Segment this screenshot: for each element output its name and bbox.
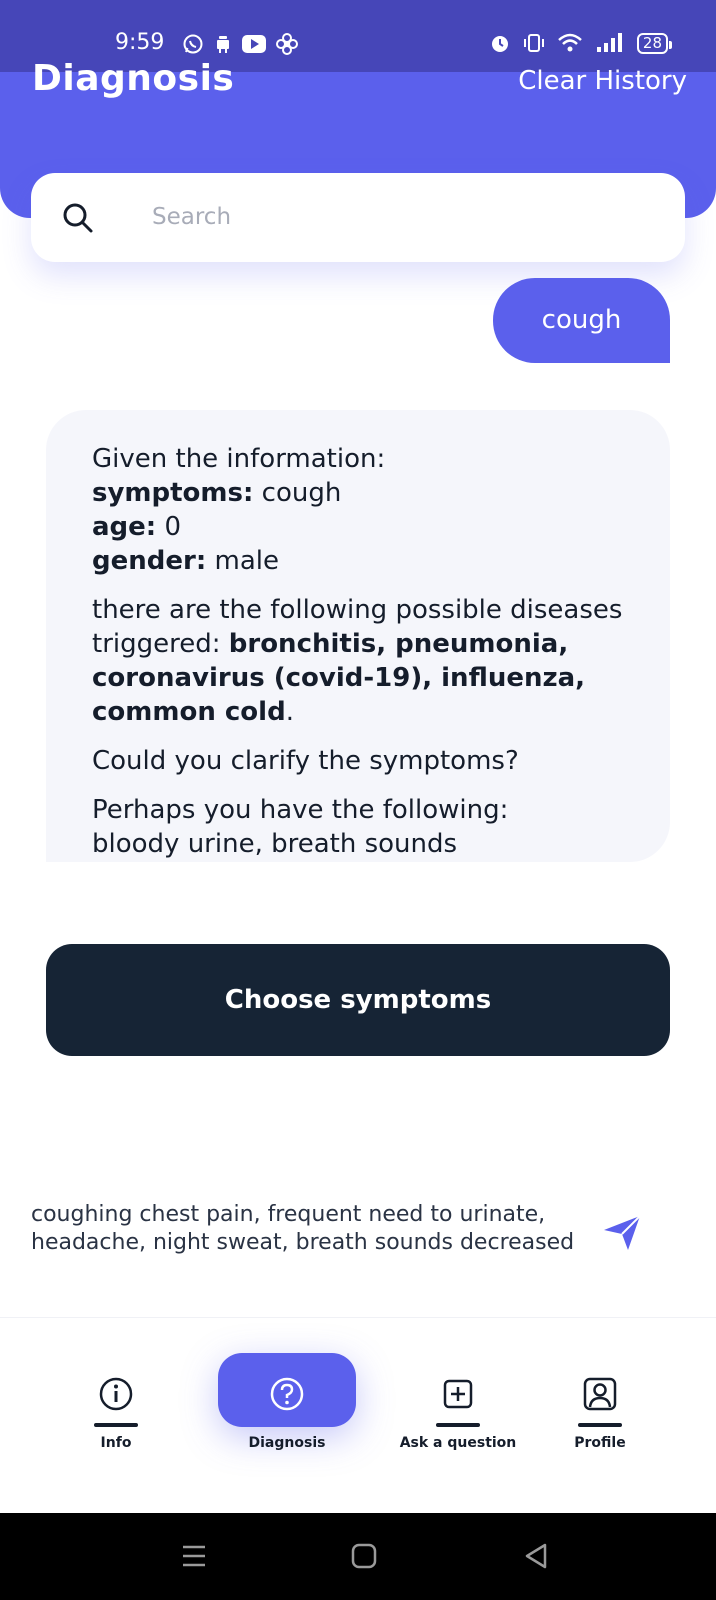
clarify-question: Could you clarify the symptoms? xyxy=(92,746,519,776)
send-icon[interactable] xyxy=(600,1210,644,1254)
whatsapp-icon xyxy=(183,34,203,54)
nav-label-ask-question: Ask a question xyxy=(399,1435,517,1451)
bot-message-bubble: Given the information: symptoms: cough a… xyxy=(46,410,670,862)
youtube-icon xyxy=(242,35,266,53)
home-icon[interactable] xyxy=(347,1539,381,1573)
perhaps-text: Perhaps you have the following: xyxy=(92,795,509,825)
battery-icon: 28 xyxy=(636,32,673,54)
status-icons-right: 28 xyxy=(489,32,673,54)
nav-label-diagnosis: Diagnosis xyxy=(248,1435,326,1451)
diseases-suffix: . xyxy=(285,697,294,727)
question-icon xyxy=(270,1377,304,1411)
age-label: age: xyxy=(92,512,157,542)
recent-apps-icon[interactable] xyxy=(177,1539,211,1573)
choose-symptoms-button[interactable]: Choose symptoms xyxy=(46,944,670,1056)
alarm-icon xyxy=(491,36,508,52)
search-input[interactable]: Search xyxy=(31,173,685,262)
profile-icon xyxy=(583,1377,617,1411)
nav-label-info: Info xyxy=(100,1435,132,1451)
cut-off-symptoms: bloody urine, breath sounds xyxy=(92,829,458,859)
back-icon[interactable] xyxy=(519,1539,553,1573)
vibrate-icon xyxy=(523,34,544,52)
bot-intro: Given the information: xyxy=(92,444,386,474)
age-value: 0 xyxy=(156,512,181,542)
status-time: 9:59 xyxy=(115,30,165,55)
symptoms-label: symptoms: xyxy=(92,478,254,508)
search-icon xyxy=(63,203,93,233)
nav-underline xyxy=(94,1423,138,1427)
user-message-bubble: cough xyxy=(493,278,670,363)
clear-history-button[interactable]: Clear History xyxy=(518,66,687,96)
nav-underline xyxy=(436,1423,480,1427)
page-title: Diagnosis xyxy=(32,58,235,99)
bot-message-content: Given the information: symptoms: cough a… xyxy=(92,442,632,862)
system-nav-bar xyxy=(0,1513,716,1600)
gender-value: male xyxy=(206,546,279,576)
symptoms-value: cough xyxy=(253,478,342,508)
gender-label: gender: xyxy=(92,546,207,576)
status-icons-left xyxy=(182,33,298,55)
search-placeholder: Search xyxy=(152,204,232,230)
wifi-icon xyxy=(558,33,582,52)
signal-icon xyxy=(596,33,622,52)
fan-icon xyxy=(276,33,298,55)
nav-underline xyxy=(578,1423,622,1427)
symptoms-text-input[interactable]: coughing chest pain, frequent need to ur… xyxy=(31,1201,591,1257)
info-icon xyxy=(99,1377,133,1411)
bottom-nav: Info Diagnosis Ask a question Profile xyxy=(0,1317,716,1514)
plus-square-icon xyxy=(443,1379,473,1409)
android-icon xyxy=(217,36,229,53)
nav-label-profile: Profile xyxy=(574,1435,626,1451)
